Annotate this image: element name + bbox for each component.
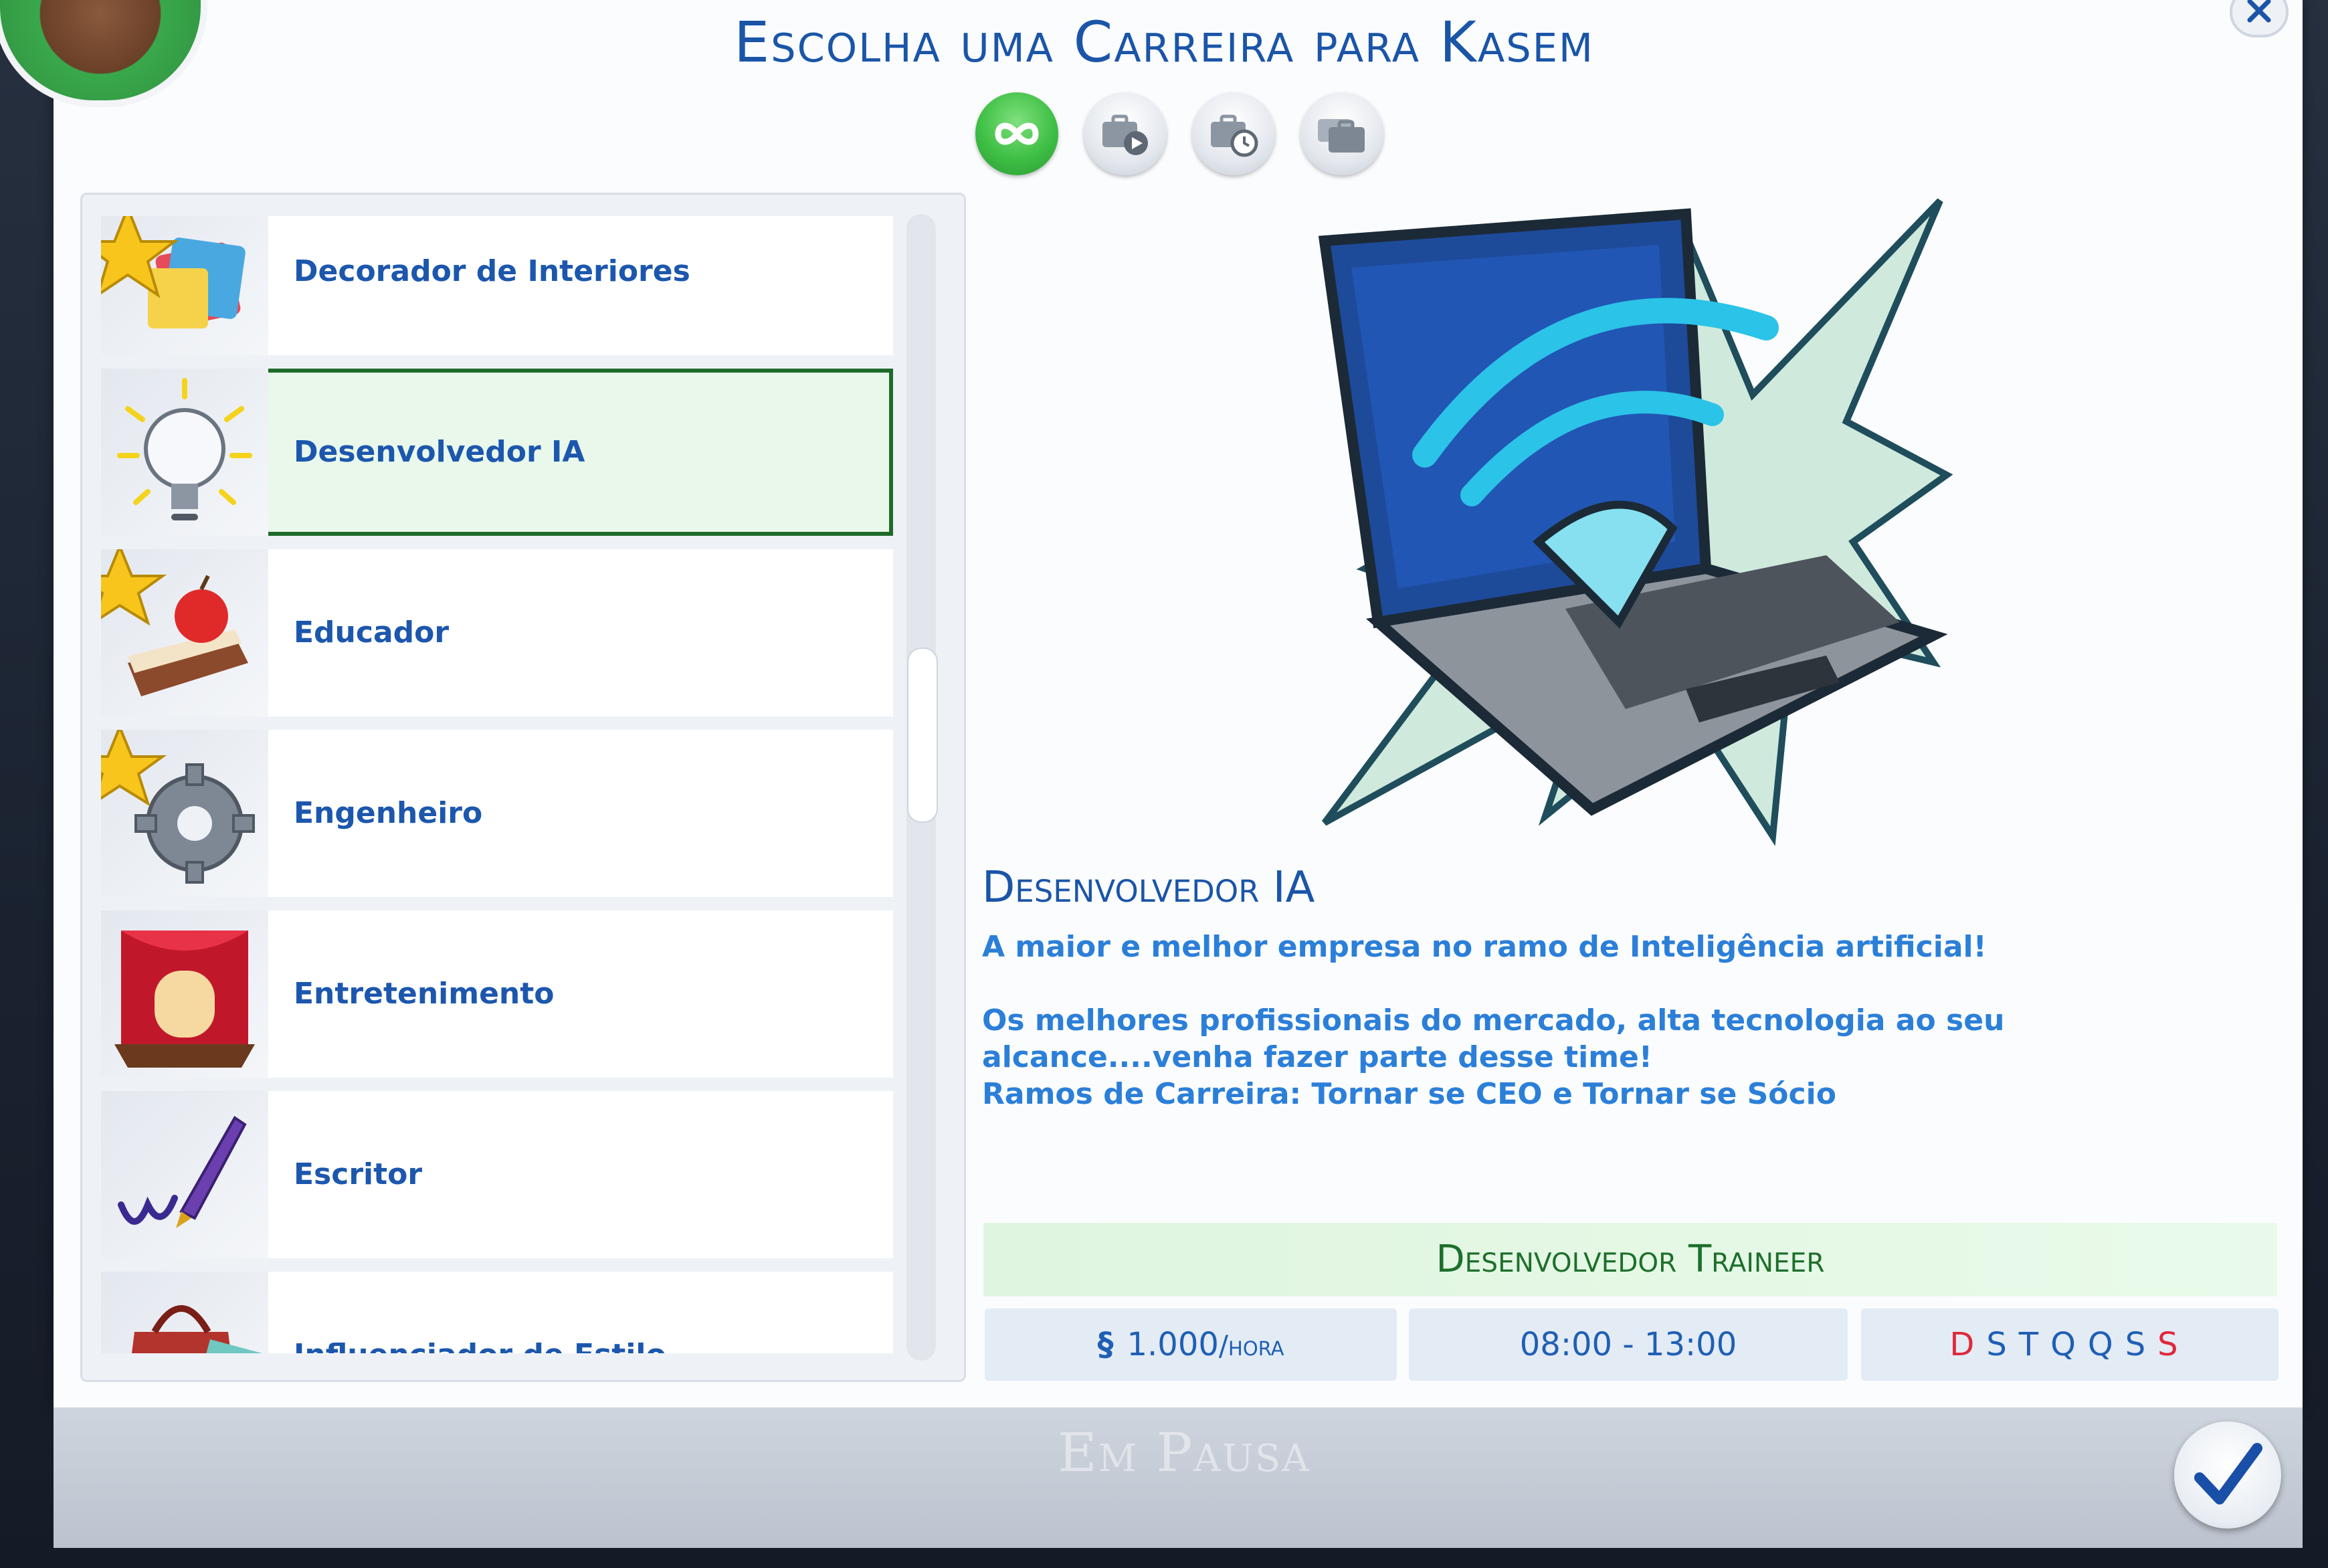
filter-all-careers-button[interactable]: [975, 92, 1058, 175]
work-hours: 08:00 - 13:00: [1519, 1326, 1737, 1363]
career-label: Desenvolvedor IA: [294, 435, 585, 469]
career-list: Decorador de Interiores Desenvolvedor IA…: [101, 216, 977, 1353]
career-item-engenheiro[interactable]: Engenheiro: [101, 723, 893, 897]
work-day-letter: D: [1949, 1326, 1987, 1363]
work-days-stat: DSTQQSS: [1861, 1308, 2278, 1381]
checkmark-icon: [2194, 1443, 2262, 1504]
career-list-scroll-thumb[interactable]: [907, 648, 938, 823]
career-item-decorador[interactable]: Decorador de Interiores: [101, 216, 893, 355]
pay-unit: /hora: [1218, 1329, 1284, 1362]
career-branches-line: Ramos de Carreira: Tornar se CEO e Torna…: [982, 1077, 1836, 1111]
infinity-icon: [995, 122, 1039, 145]
filter-part-time-button[interactable]: [1192, 92, 1275, 175]
filter-full-time-button[interactable]: [1300, 92, 1383, 175]
dialog-title: Escolha uma Carreira para Kasem: [734, 9, 1594, 75]
book-apple-icon: [101, 543, 268, 716]
career-label: Educador: [294, 615, 450, 650]
filter-active-careers-button[interactable]: [1084, 92, 1167, 175]
career-label: Entretenimento: [294, 977, 555, 1011]
work-day-letter: Q: [2050, 1326, 2088, 1363]
laptop-wifi-icon: [1318, 198, 1953, 846]
career-description: A maior e melhor empresa no ramo de Inte…: [982, 928, 2266, 1112]
career-level-bar: Desenvolvedor Traineer: [983, 1223, 2277, 1296]
work-day-letter: T: [2018, 1326, 2051, 1363]
career-item-educador[interactable]: Educador: [101, 543, 893, 716]
career-item-influenciador[interactable]: Influenciador de Estilo: [101, 1272, 893, 1353]
work-hours-stat: 08:00 - 13:00: [1409, 1308, 1848, 1381]
career-illustration: [1311, 194, 1967, 850]
briefcase-stack-icon: [1318, 119, 1365, 153]
career-label: Influenciador de Estilo: [294, 1272, 666, 1353]
work-day-letter: S: [2157, 1326, 2190, 1363]
career-label: Decorador de Interiores: [294, 254, 690, 288]
theater-stage-icon: [101, 910, 268, 1078]
career-item-desenvolvedor-ia[interactable]: Desenvolvedor IA: [101, 369, 893, 536]
career-list-panel: Decorador de Interiores Desenvolvedor IA…: [80, 193, 966, 1382]
career-label: Escritor: [294, 1157, 423, 1191]
career-detail-title: Desenvolvedor IA: [982, 863, 1315, 912]
fashion-bag-icon: [101, 1272, 268, 1353]
lightbulb-icon: [101, 369, 268, 536]
paused-label: Em Pausa: [1058, 1422, 1311, 1484]
work-days: DSTQQSS: [1949, 1326, 2190, 1363]
work-day-letter: Q: [2087, 1326, 2125, 1363]
simoleon-icon: §: [1097, 1326, 1114, 1363]
career-item-escritor[interactable]: Escritor: [101, 1091, 893, 1258]
paint-swatch-icon: [101, 216, 268, 355]
work-day-letter: S: [2125, 1326, 2158, 1363]
career-filter-row: [975, 92, 1390, 179]
quill-pen-icon: [101, 1091, 268, 1258]
work-day-letter: S: [1986, 1326, 2019, 1363]
career-description-line: A maior e melhor empresa no ramo de Inte…: [982, 930, 1987, 964]
pay-amount: 1.000: [1127, 1326, 1219, 1363]
career-item-entretenimento[interactable]: Entretenimento: [101, 910, 893, 1078]
career-level-name: Desenvolvedor Traineer: [1436, 1238, 1825, 1281]
gear-icon: [101, 723, 268, 897]
confirm-button[interactable]: [2174, 1422, 2281, 1529]
career-description-line: Os melhores profissionais do mercado, al…: [982, 1003, 2005, 1074]
pay-stat: § 1.000/hora: [985, 1308, 1397, 1381]
briefcase-play-icon: [1102, 114, 1148, 155]
career-label: Engenheiro: [294, 796, 483, 830]
briefcase-clock-icon: [1211, 114, 1258, 157]
